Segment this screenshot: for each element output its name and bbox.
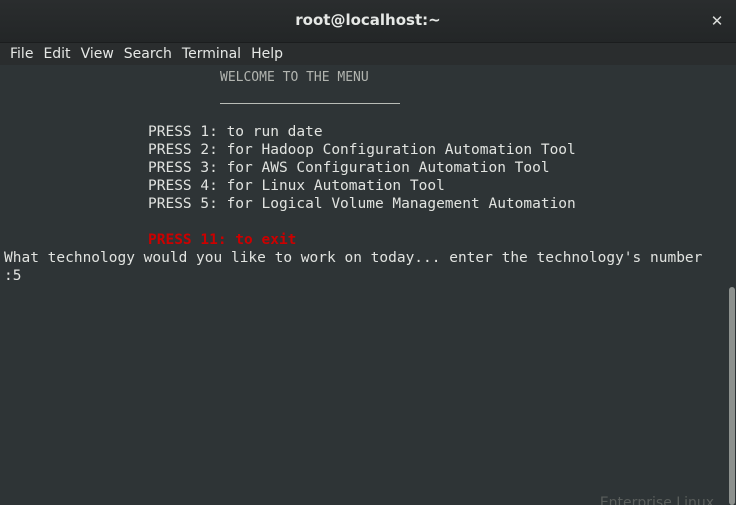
menu-view[interactable]: View <box>79 43 122 65</box>
menu-option-3: PRESS 3: for AWS Configuration Automatio… <box>148 160 550 176</box>
welcome-heading: WELCOME TO THE MENU <box>220 70 369 85</box>
scrollbar-thumb[interactable] <box>729 287 735 505</box>
window-title: root@localhost:~ <box>295 11 441 29</box>
terminal-output[interactable]: WELCOME TO THE MENU PRESS 1: to run date… <box>0 65 728 505</box>
user-input: :5 <box>4 268 22 284</box>
menu-bar: File Edit View Search Terminal Help <box>0 43 736 65</box>
welcome-divider <box>220 103 400 104</box>
menu-option-exit: PRESS 11: to exit <box>148 232 297 248</box>
terminal-window: root@localhost:~ ✕ File Edit View Search… <box>0 0 736 505</box>
menu-search[interactable]: Search <box>122 43 180 65</box>
menu-option-4: PRESS 4: for Linux Automation Tool <box>148 178 445 194</box>
menu-edit[interactable]: Edit <box>41 43 78 65</box>
input-prompt: What technology would you like to work o… <box>4 250 703 266</box>
vertical-scrollbar[interactable] <box>728 65 736 505</box>
close-button[interactable]: ✕ <box>706 10 728 32</box>
menu-option-1: PRESS 1: to run date <box>148 124 323 140</box>
menu-option-5: PRESS 5: for Logical Volume Management A… <box>148 196 576 212</box>
background-watermark: Enterprise Linux <box>599 495 714 505</box>
title-bar[interactable]: root@localhost:~ ✕ <box>0 0 736 43</box>
close-icon: ✕ <box>710 12 724 30</box>
menu-help[interactable]: Help <box>249 43 291 65</box>
menu-option-2: PRESS 2: for Hadoop Configuration Automa… <box>148 142 576 158</box>
menu-terminal[interactable]: Terminal <box>180 43 249 65</box>
menu-file[interactable]: File <box>0 43 41 65</box>
